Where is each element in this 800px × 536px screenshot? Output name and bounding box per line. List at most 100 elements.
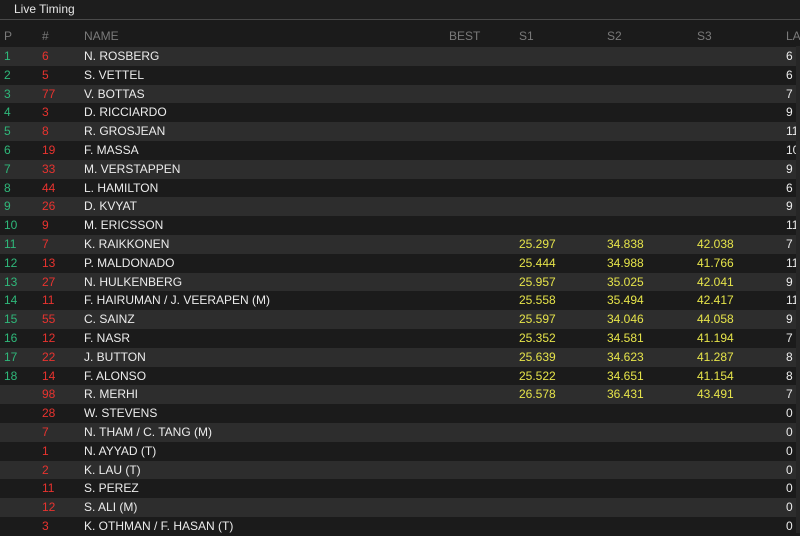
- car-number-cell: 27: [42, 274, 56, 289]
- car-number-cell: 11: [42, 293, 55, 308]
- col-header-best[interactable]: BEST: [449, 29, 480, 43]
- sector1-cell: 25.522: [519, 368, 556, 383]
- driver-name-cell: N. ROSBERG: [84, 49, 160, 63]
- sector3-cell: 41.766: [697, 255, 734, 270]
- position-cell: 5: [4, 124, 11, 139]
- car-number-cell: 19: [42, 142, 56, 157]
- table-row[interactable]: 12 S. ALI (M) 0: [0, 498, 800, 517]
- car-number-cell: 5: [42, 67, 49, 82]
- sector3-cell: 44.058: [697, 312, 734, 327]
- table-row[interactable]: 7 N. THAM / C. TANG (M) 0: [0, 422, 800, 442]
- sector3-cell: 43.491: [697, 387, 734, 402]
- table-row[interactable]: 13 27 N. HULKENBERG 25.957 35.025 42.041 9: [0, 272, 800, 292]
- position-cell: 1: [4, 49, 11, 63]
- driver-name-cell: J. BUTTON: [84, 349, 146, 364]
- driver-name-cell: R. GROSJEAN: [84, 124, 166, 139]
- table-row[interactable]: 16 12 F. NASR 25.352 34.581 41.194 7: [0, 328, 800, 348]
- sector2-cell: 34.623: [607, 349, 644, 364]
- driver-name-cell: F. HAIRUMAN / J. VEERAPEN (M): [84, 293, 271, 308]
- position-cell: 4: [4, 105, 11, 120]
- table-header: P # NAME BEST S1 S2 S3 LA: [0, 28, 800, 46]
- laps-cell: 0: [786, 443, 793, 458]
- table-row[interactable]: 2 5 S. VETTEL 6: [0, 65, 800, 85]
- sector1-cell: 25.957: [519, 274, 556, 289]
- laps-cell: 7: [786, 86, 793, 101]
- table-row[interactable]: 2 K. LAU (T) 0: [0, 460, 800, 480]
- table-row[interactable]: 12 13 P. MALDONADO 25.444 34.988 41.766 11: [0, 253, 800, 273]
- driver-name-cell: K. OTHMAN / F. HASAN (T): [84, 518, 234, 533]
- sector2-cell: 34.838: [607, 236, 644, 251]
- col-header-s1[interactable]: S1: [519, 29, 534, 43]
- laps-cell: 0: [786, 500, 793, 515]
- position-cell: 15: [4, 312, 18, 327]
- table-row[interactable]: 9 26 D. KVYAT 9: [0, 197, 800, 217]
- table-row[interactable]: 10 9 M. ERICSSON 11: [0, 216, 800, 235]
- car-number-cell: 26: [42, 199, 56, 214]
- car-number-cell: 13: [42, 255, 56, 270]
- sector3-cell: 42.041: [697, 274, 734, 289]
- table-row[interactable]: 15 55 C. SAINZ 25.597 34.046 44.058 9: [0, 310, 800, 329]
- laps-cell: 8: [786, 349, 793, 364]
- car-number-cell: 2: [42, 462, 49, 477]
- position-cell: 11: [4, 236, 17, 251]
- driver-name-cell: W. STEVENS: [84, 406, 158, 421]
- driver-name-cell: L. HAMILTON: [84, 180, 159, 195]
- car-number-cell: 12: [42, 500, 56, 515]
- driver-name-cell: M. ERICSSON: [84, 218, 164, 233]
- laps-cell: 0: [786, 518, 793, 533]
- table-row[interactable]: 1 N. AYYAD (T) 0: [0, 441, 800, 461]
- table-row[interactable]: 7 33 M. VERSTAPPEN 9: [0, 159, 800, 179]
- driver-name-cell: K. LAU (T): [84, 462, 141, 477]
- laps-cell: 6: [786, 49, 793, 63]
- table-row[interactable]: 4 3 D. RICCIARDO 9: [0, 103, 800, 123]
- car-number-cell: 3: [42, 518, 49, 533]
- scrollbar[interactable]: [796, 46, 800, 533]
- position-cell: 9: [4, 199, 11, 214]
- col-header-s2[interactable]: S2: [607, 29, 622, 43]
- laps-cell: 7: [786, 387, 793, 402]
- driver-name-cell: D. RICCIARDO: [84, 105, 167, 120]
- laps-cell: 7: [786, 236, 793, 251]
- table-row[interactable]: 3 77 V. BOTTAS 7: [0, 84, 800, 104]
- sector1-cell: 25.444: [519, 255, 556, 270]
- col-header-laps[interactable]: LA: [786, 29, 800, 43]
- table-row[interactable]: 1 6 N. ROSBERG 6: [0, 47, 800, 66]
- table-row[interactable]: 28 W. STEVENS 0: [0, 404, 800, 423]
- laps-cell: 0: [786, 406, 793, 421]
- table-row[interactable]: 5 8 R. GROSJEAN 11: [0, 122, 800, 141]
- car-number-cell: 44: [42, 180, 56, 195]
- car-number-cell: 8: [42, 124, 49, 139]
- window-title: Live Timing: [14, 2, 75, 16]
- driver-name-cell: F. NASR: [84, 330, 131, 345]
- col-header-position[interactable]: P: [4, 29, 12, 43]
- sector1-cell: 25.597: [519, 312, 556, 327]
- car-number-cell: 7: [42, 424, 49, 439]
- driver-name-cell: N. AYYAD (T): [84, 443, 157, 458]
- laps-cell: 7: [786, 330, 793, 345]
- driver-name-cell: M. VERSTAPPEN: [84, 161, 181, 176]
- col-header-number[interactable]: #: [42, 29, 49, 43]
- car-number-cell: 98: [42, 387, 56, 402]
- table-row[interactable]: 18 14 F. ALONSO 25.522 34.651 41.154 8: [0, 366, 800, 386]
- sector3-cell: 42.417: [697, 293, 734, 308]
- car-number-cell: 12: [42, 330, 56, 345]
- car-number-cell: 55: [42, 312, 56, 327]
- table-row[interactable]: 14 11 F. HAIRUMAN / J. VEERAPEN (M) 25.558 3…: [0, 291, 800, 311]
- laps-cell: 0: [786, 462, 793, 477]
- col-header-name[interactable]: NAME: [84, 29, 119, 43]
- col-header-s3[interactable]: S3: [697, 29, 712, 43]
- position-cell: 8: [4, 180, 11, 195]
- sector1-cell: 25.558: [519, 293, 556, 308]
- position-cell: 6: [4, 142, 11, 157]
- table-row[interactable]: 11 7 K. RAIKKONEN 25.297 34.838 42.038 7: [0, 234, 800, 254]
- table-row[interactable]: 6 19 F. MASSA 10: [0, 140, 800, 160]
- table-row[interactable]: 17 22 J. BUTTON 25.639 34.623 41.287 8: [0, 347, 800, 367]
- table-row[interactable]: 8 44 L. HAMILTON 6: [0, 178, 800, 198]
- driver-name-cell: K. RAIKKONEN: [84, 236, 170, 251]
- sector2-cell: 35.025: [607, 274, 644, 289]
- table-row[interactable]: 11 S. PEREZ 0: [0, 479, 800, 499]
- position-cell: 12: [4, 255, 18, 270]
- sector1-cell: 25.297: [519, 236, 556, 251]
- table-row[interactable]: 98 R. MERHI 26.578 36.431 43.491 7: [0, 385, 800, 405]
- position-cell: 14: [4, 293, 18, 308]
